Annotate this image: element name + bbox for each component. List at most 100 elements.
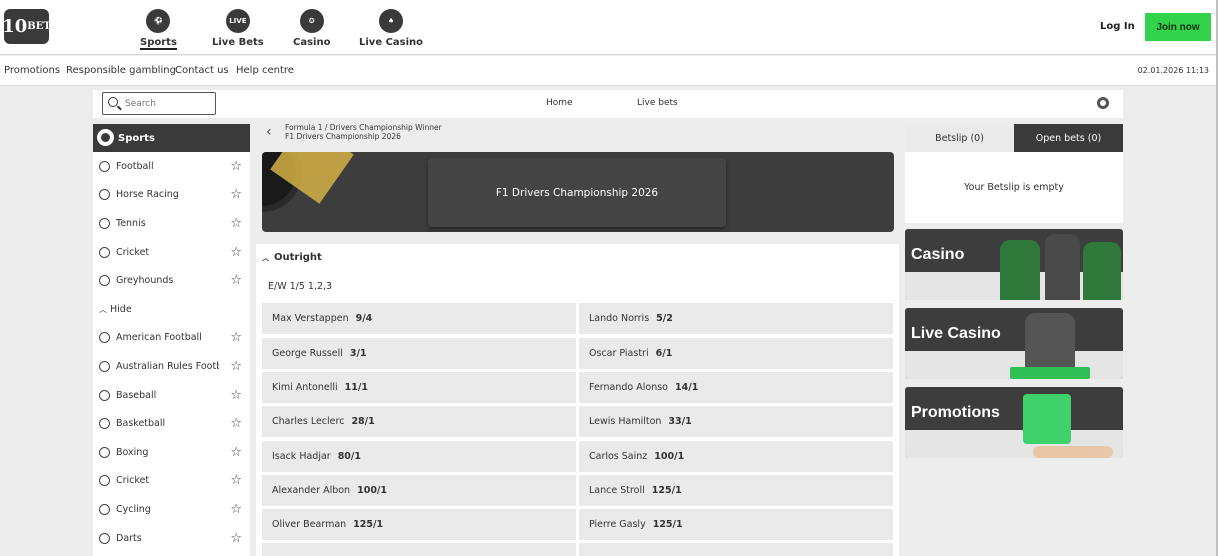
sidebar-item-horse-racing[interactable]: Horse Racing ☆ xyxy=(93,181,250,210)
top-navigation: 10 BET ⚽ Sports LIVE Live Bets ✪ Casino ♠… xyxy=(0,0,1216,55)
market-header[interactable]: ︿ Outright xyxy=(262,252,322,263)
selection-button[interactable]: Oliver Bearman 125/1 xyxy=(262,509,576,540)
brand-logo[interactable]: 10 BET xyxy=(2,9,51,44)
selection-button[interactable]: Max Verstappen 9/4 xyxy=(262,303,576,334)
selection-button[interactable]: Charles Leclerc 28/1 xyxy=(262,406,576,437)
selection-button[interactable]: Isack Hadjar 80/1 xyxy=(262,441,576,472)
selection-name: Kimi Antonelli xyxy=(272,382,338,393)
promo-tile-live-casino[interactable]: Live Casino xyxy=(905,308,1123,379)
selection-button[interactable]: Lance Stroll 125/1 xyxy=(579,475,893,506)
selection-name: Fernando Alonso xyxy=(589,382,668,393)
star-icon[interactable]: ☆ xyxy=(230,245,242,260)
breadcrumb: ‹ Formula 1 / Drivers Championship Winne… xyxy=(262,120,462,144)
star-icon[interactable]: ☆ xyxy=(230,531,242,546)
promo-tile-casino[interactable]: Casino xyxy=(905,229,1123,300)
selection-name: Charles Leclerc xyxy=(272,416,345,427)
gear-icon[interactable] xyxy=(1097,97,1109,109)
tab-live-bets[interactable]: Live bets xyxy=(637,98,678,108)
tab-open-bets[interactable]: Open bets (0) xyxy=(1014,124,1123,152)
secondary-navigation: Promotions Responsible gambling Contact … xyxy=(0,56,1216,86)
search-input[interactable] xyxy=(125,96,211,111)
sidebar-item-darts[interactable]: Darts ☆ xyxy=(93,524,250,553)
tab-betslip[interactable]: Betslip (0) xyxy=(905,124,1014,152)
nav-casino[interactable]: ✪ Casino xyxy=(293,9,330,48)
star-icon[interactable]: ☆ xyxy=(230,273,242,288)
nav-live-casino[interactable]: ♠ Live Casino xyxy=(359,9,423,48)
chevron-up-icon: ︿ xyxy=(262,254,269,262)
nav-casino-label: Casino xyxy=(293,37,331,48)
nav-live-bets[interactable]: LIVE Live Bets xyxy=(212,9,264,48)
sidebar-item-basketball[interactable]: Basketball ☆ xyxy=(93,409,250,438)
sidebar-item-american-football[interactable]: American Football ☆ xyxy=(93,324,250,353)
join-now-button[interactable]: Join now xyxy=(1145,13,1211,41)
sidebar-item-boxing[interactable]: Boxing ☆ xyxy=(93,438,250,467)
selection-odds: 14/1 xyxy=(675,382,699,393)
darts-icon xyxy=(99,532,110,544)
login-button[interactable]: Log In xyxy=(1100,21,1135,32)
sidebar-item-tennis[interactable]: Tennis ☆ xyxy=(93,209,250,238)
promo-title: Promotions xyxy=(911,404,1000,421)
star-icon[interactable]: ☆ xyxy=(230,388,242,403)
search-icon xyxy=(108,97,118,107)
selection-button-partial[interactable] xyxy=(579,543,893,556)
star-icon[interactable]: ☆ xyxy=(230,359,242,374)
nav-sports[interactable]: ⚽ Sports xyxy=(140,9,177,50)
selection-button[interactable]: Lewis Hamilton 33/1 xyxy=(579,406,893,437)
star-icon[interactable]: ☆ xyxy=(230,445,242,460)
breadcrumb-path[interactable]: Formula 1 / Drivers Championship Winner xyxy=(285,123,442,132)
sidebar-item-label: Football xyxy=(116,160,154,172)
link-responsible-gambling[interactable]: Responsible gambling xyxy=(66,65,176,76)
event-banner: F1 Drivers Championship 2026 xyxy=(262,152,894,232)
sidebar-header[interactable]: Sports xyxy=(93,124,250,152)
selection-button[interactable]: Carlos Sainz 100/1 xyxy=(579,441,893,472)
search-box[interactable] xyxy=(102,92,216,115)
sidebar-item-australian-rules[interactable]: Australian Rules Football ☆ xyxy=(93,352,250,381)
link-contact-us[interactable]: Contact us xyxy=(175,65,229,76)
selection-button[interactable]: Alexander Albon 100/1 xyxy=(262,475,576,506)
live-badge: LIVE xyxy=(229,17,247,25)
sidebar-item-label: Cricket xyxy=(116,246,150,258)
star-icon[interactable]: ☆ xyxy=(230,473,242,488)
sidebar-item-football[interactable]: Football ☆ xyxy=(93,152,250,181)
sidebar-item-baseball[interactable]: Baseball ☆ xyxy=(93,381,250,410)
selection-button[interactable]: Fernando Alonso 14/1 xyxy=(579,372,893,403)
selection-button-partial[interactable] xyxy=(262,543,576,556)
selection-button[interactable]: Lando Norris 5/2 xyxy=(579,303,893,334)
tab-home[interactable]: Home xyxy=(546,98,573,108)
sidebar-item-cricket[interactable]: Cricket ☆ xyxy=(93,238,250,267)
gift-box-icon xyxy=(1023,394,1071,444)
star-icon[interactable]: ☆ xyxy=(230,416,242,431)
selection-odds: 100/1 xyxy=(654,451,685,462)
nav-live-casino-label: Live Casino xyxy=(359,37,424,48)
star-icon[interactable]: ☆ xyxy=(230,216,242,231)
selection-name: Carlos Sainz xyxy=(589,451,648,462)
sidebar-item-cricket-2[interactable]: Cricket ☆ xyxy=(93,467,250,496)
logo-text: 10 xyxy=(2,16,28,37)
selection-button[interactable]: Pierre Gasly 125/1 xyxy=(579,509,893,540)
link-help-centre[interactable]: Help centre xyxy=(236,65,294,76)
chevron-up-icon: ︿ xyxy=(99,304,107,314)
selection-button[interactable]: Kimi Antonelli 11/1 xyxy=(262,372,576,403)
sidebar-item-greyhounds[interactable]: Greyhounds ☆ xyxy=(93,266,250,295)
greyhounds-icon xyxy=(99,275,110,287)
selection-button[interactable]: George Russell 3/1 xyxy=(262,338,576,369)
star-icon[interactable]: ☆ xyxy=(230,187,242,202)
chevron-left-icon[interactable]: ‹ xyxy=(266,124,272,140)
sidebar-hide-label: Hide xyxy=(110,303,132,315)
sidebar-item-label: Darts xyxy=(116,532,142,544)
promo-tile-promotions[interactable]: Promotions xyxy=(905,387,1123,458)
star-icon[interactable]: ☆ xyxy=(230,330,242,345)
sidebar-item-cycling[interactable]: Cycling ☆ xyxy=(93,495,250,524)
page-header-bar: Home Live bets xyxy=(93,90,1123,118)
selection-name: Alexander Albon xyxy=(272,485,351,496)
cricket-icon xyxy=(99,475,110,487)
selection-button[interactable]: Oscar Piastri 6/1 xyxy=(579,338,893,369)
selection-odds: 6/1 xyxy=(655,348,673,359)
star-icon[interactable]: ☆ xyxy=(230,159,242,174)
baseball-icon xyxy=(99,389,110,401)
star-icon[interactable]: ☆ xyxy=(230,502,242,517)
sidebar-hide-toggle[interactable]: ︿ Hide xyxy=(93,295,250,324)
selection-odds: 125/1 xyxy=(651,485,682,496)
link-promotions[interactable]: Promotions xyxy=(4,65,60,76)
selection-name: Pierre Gasly xyxy=(589,519,646,530)
